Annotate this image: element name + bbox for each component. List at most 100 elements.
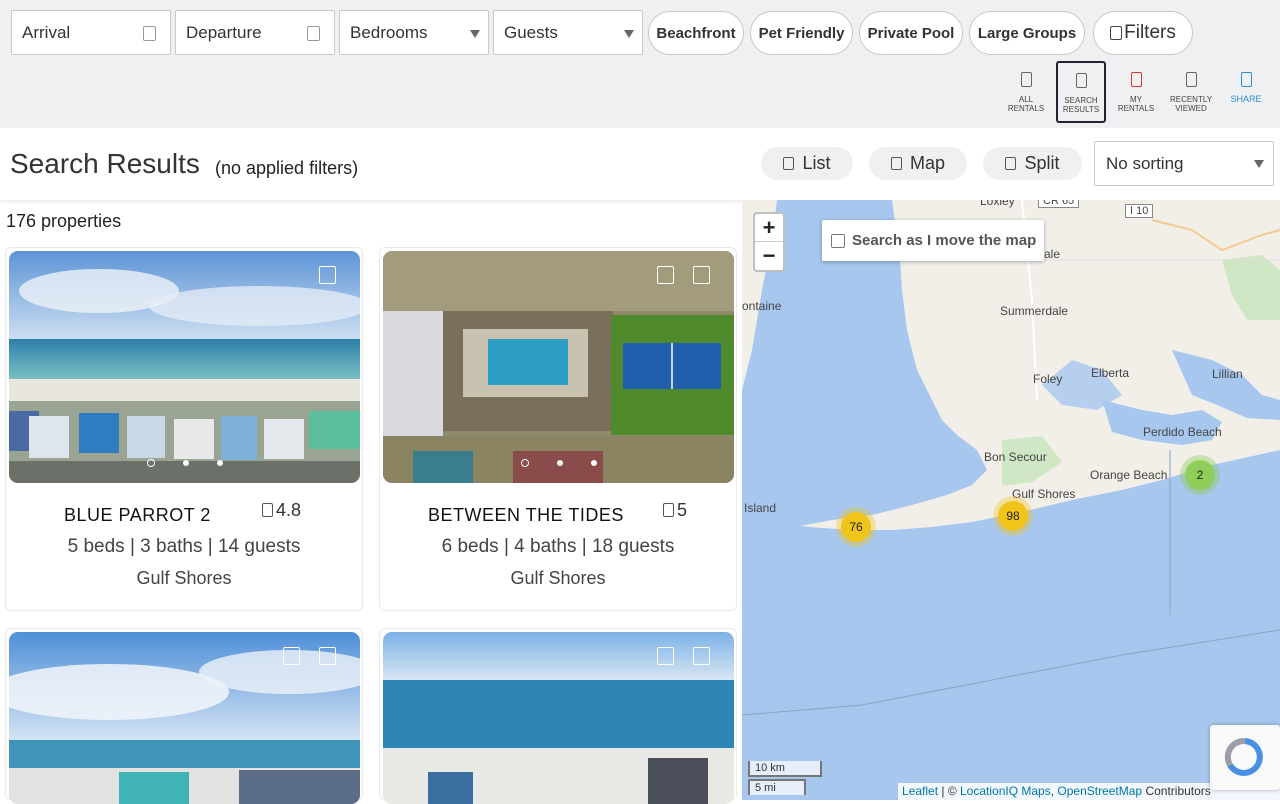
carousel-dot[interactable] [182, 460, 189, 466]
carousel-dot[interactable] [556, 460, 563, 466]
list-view-button[interactable]: List [761, 147, 853, 180]
map-label: Orange Beach [1090, 468, 1168, 482]
property-card[interactable]: BETWEEN THE TIDES 5 6 beds | 4 baths | 1… [379, 247, 737, 611]
cluster-count: 98 [998, 501, 1028, 531]
cluster-count: 76 [841, 512, 871, 542]
tab-label: VIEWED [1175, 104, 1207, 113]
photo-carousel-dots[interactable] [383, 459, 734, 467]
favorite-icon[interactable] [693, 266, 710, 284]
property-photo[interactable] [383, 251, 734, 483]
chip-beachfront[interactable]: Beachfront [648, 11, 744, 55]
map-label: Perdido Beach [1143, 425, 1222, 439]
property-meta: 5 beds | 3 baths | 14 guests [67, 536, 301, 557]
bedrooms-label: Bedrooms [350, 22, 428, 42]
recaptcha-badge[interactable] [1210, 725, 1280, 790]
departure-label: Departure [186, 22, 262, 42]
tab-recently-viewed[interactable]: RECENTLY VIEWED [1167, 61, 1215, 123]
tab-label: RECENTLY [1169, 95, 1213, 104]
beach-photo [9, 632, 360, 804]
share-icon [1240, 72, 1252, 87]
split-view-button[interactable]: Split [983, 147, 1082, 180]
chip-pet-friendly[interactable]: Pet Friendly [750, 11, 853, 55]
property-card[interactable]: BLUE PARROT 2 4.8 5 beds | 3 baths | 14 … [5, 247, 363, 611]
aerial-photo [383, 251, 734, 483]
favorite-icon[interactable] [319, 647, 336, 665]
map-label: I 10 [1125, 204, 1154, 218]
sort-select[interactable]: No sorting [1094, 141, 1274, 186]
map-cluster[interactable]: 2 [1180, 455, 1220, 495]
guests-select[interactable]: Guests [493, 10, 643, 55]
property-photo[interactable] [9, 632, 360, 804]
rating-value: 5 [677, 500, 688, 520]
property-card[interactable] [5, 628, 363, 804]
recaptcha-icon [1224, 737, 1263, 776]
property-photo[interactable] [9, 251, 360, 483]
map-label: Lillian [1212, 367, 1243, 381]
heart-icon [1130, 72, 1142, 87]
bedrooms-select[interactable]: Bedrooms [339, 10, 489, 55]
rating-value: 4.8 [276, 500, 302, 520]
map-view-button[interactable]: Map [869, 147, 967, 180]
property-name[interactable]: BETWEEN THE TIDES [428, 505, 624, 526]
chevron-down-icon [1254, 160, 1264, 168]
filters-button[interactable]: Filters [1093, 11, 1193, 55]
calendar-icon [143, 26, 156, 41]
carousel-dot[interactable] [590, 460, 597, 466]
tab-label: RESULTS [1062, 105, 1100, 114]
search-as-move-toggle[interactable]: Search as I move the map [822, 220, 1044, 261]
calendar-icon [307, 26, 320, 41]
zoom-in-button[interactable]: + [755, 214, 783, 242]
map-label: Elberta [1091, 366, 1130, 380]
tab-search-results[interactable]: SEARCH RESULTS [1056, 61, 1106, 123]
sort-value: No sorting [1106, 153, 1184, 173]
compare-icon[interactable] [657, 266, 674, 284]
cluster-count: 2 [1185, 460, 1215, 490]
property-rating: 5 [663, 500, 687, 521]
guests-label: Guests [504, 22, 558, 42]
map-label: Loxley [980, 200, 1015, 208]
chip-large-groups[interactable]: Large Groups [969, 11, 1085, 55]
zoom-out-button[interactable]: − [755, 242, 783, 270]
map-cluster[interactable]: 98 [993, 496, 1033, 536]
map-zoom-control: + − [753, 212, 785, 272]
tab-my-rentals[interactable]: MY RENTALS [1112, 61, 1160, 123]
tab-all-rentals[interactable]: ALL RENTALS [1002, 61, 1050, 123]
locationiq-link[interactable]: LocationIQ Maps [960, 784, 1051, 798]
carousel-dot[interactable] [146, 459, 155, 467]
property-photo[interactable] [383, 632, 734, 804]
departure-field[interactable]: Departure [175, 10, 335, 55]
map-cluster[interactable]: 76 [836, 507, 876, 547]
chevron-down-icon [470, 30, 480, 38]
carousel-dot[interactable] [520, 459, 529, 467]
arrival-field[interactable]: Arrival [11, 10, 171, 55]
page-subtitle: (no applied filters) [215, 158, 359, 178]
map-label: ontaine [742, 299, 782, 313]
compare-icon[interactable] [283, 647, 300, 665]
property-name[interactable]: BLUE PARROT 2 [64, 505, 211, 526]
map-label: Island [744, 501, 777, 515]
property-town: Gulf Shores [510, 568, 606, 588]
filter-icon [1110, 26, 1123, 40]
carousel-dot[interactable] [216, 460, 223, 466]
star-icon [663, 503, 674, 517]
osm-link[interactable]: OpenStreetMap [1057, 784, 1142, 798]
photo-carousel-dots[interactable] [9, 459, 360, 467]
filters-label: Filters [1124, 22, 1176, 43]
attribution-text: Contributors [1142, 784, 1211, 798]
clock-icon [1185, 72, 1197, 87]
map-label: Summerdale [1000, 304, 1069, 318]
compare-icon[interactable] [657, 647, 674, 665]
map-icon [890, 157, 902, 170]
tab-share[interactable]: SHARE [1222, 61, 1270, 123]
favorite-icon[interactable] [319, 266, 336, 284]
search-as-move-checkbox[interactable] [831, 233, 845, 248]
leaflet-link[interactable]: Leaflet [902, 784, 938, 798]
search-icon [1075, 73, 1087, 88]
list-icon [783, 157, 795, 170]
chip-private-pool[interactable]: Private Pool [859, 11, 963, 55]
attribution-text: | © [938, 784, 960, 798]
map-label: ale [1044, 247, 1061, 261]
property-card[interactable] [379, 628, 737, 804]
favorite-icon[interactable] [693, 647, 710, 665]
split-icon [1005, 157, 1017, 170]
